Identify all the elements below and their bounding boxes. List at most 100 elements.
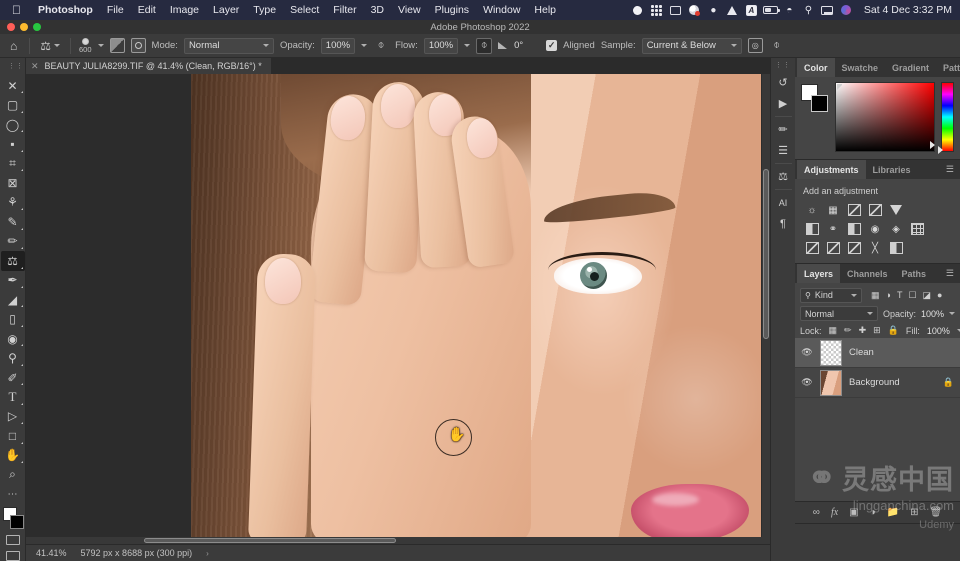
menu-layer[interactable]: Layer	[206, 4, 246, 16]
filter-type-icon[interactable]: T	[897, 290, 903, 300]
menu-select[interactable]: Select	[283, 4, 326, 16]
status-expand-icon[interactable]: ›	[206, 549, 209, 558]
new-layer-icon[interactable]: ⊞	[910, 507, 918, 518]
tool-history-brush[interactable]: ✒	[1, 271, 25, 290]
blend-mode-select[interactable]: Normal	[184, 38, 274, 54]
background-color-swatch[interactable]	[811, 95, 828, 112]
layer-blend-mode-select[interactable]: Normal	[800, 306, 878, 321]
vlc-icon[interactable]	[723, 3, 742, 17]
color-swatches[interactable]	[801, 84, 829, 114]
link-layers-icon[interactable]: ∞	[813, 507, 820, 518]
delete-layer-icon[interactable]: 🗑	[930, 507, 943, 518]
exposure-icon[interactable]	[868, 203, 882, 217]
apple-icon[interactable]: 	[12, 4, 21, 16]
tab-libraries[interactable]: Libraries	[866, 160, 918, 179]
dropbox-icon[interactable]	[647, 3, 666, 17]
control-center-icon[interactable]	[818, 3, 837, 17]
posterize-icon[interactable]	[826, 241, 840, 255]
filter-pixel-icon[interactable]: ▦	[871, 290, 880, 301]
edit-toolbar-icon[interactable]: ⋯	[1, 485, 25, 504]
tool-crop[interactable]: ⌗	[1, 154, 25, 173]
chrome-icon[interactable]	[685, 3, 704, 17]
quick-mask-icon[interactable]	[6, 535, 20, 545]
layer-visibility-icon[interactable]: 👁	[801, 377, 813, 388]
properties-sliders-icon[interactable]: ☰	[772, 140, 795, 161]
adobe-ai-icon[interactable]: AI	[772, 192, 795, 213]
color-field[interactable]	[835, 82, 935, 152]
invert-icon[interactable]	[805, 241, 819, 255]
color-lookup-icon[interactable]	[910, 222, 924, 236]
pressure-size-icon[interactable]: ⌽	[769, 38, 785, 54]
home-icon[interactable]: ⌂	[6, 39, 21, 53]
layer-visibility-icon[interactable]: 👁	[801, 347, 813, 358]
tool-dodge[interactable]: ⚲	[1, 348, 25, 367]
chevron-down-icon[interactable]	[361, 44, 367, 47]
color-balance-icon[interactable]: ⚭	[826, 222, 840, 236]
color-swatches[interactable]	[1, 506, 25, 529]
canvas-horizontal-scrollbar[interactable]	[26, 537, 762, 544]
tool-pen[interactable]: ✐	[1, 368, 25, 387]
tool-path-selection[interactable]: ▷	[1, 407, 25, 426]
teams-icon[interactable]: ●	[704, 3, 723, 17]
onedrive-icon[interactable]	[628, 3, 647, 17]
tool-type[interactable]: T	[1, 387, 25, 406]
tool-rectangle-shape[interactable]: □	[1, 426, 25, 445]
layer-row-clean[interactable]: 👁 Clean	[795, 338, 960, 368]
paragraph-icon[interactable]: ¶	[772, 213, 795, 234]
filter-smart-object-icon[interactable]: ◪	[923, 290, 932, 301]
tab-adjustments[interactable]: Adjustments	[797, 160, 866, 179]
ignore-adjustment-layers-icon[interactable]: ◎	[748, 38, 763, 53]
filter-shape-icon[interactable]: ☐	[908, 290, 916, 301]
brightness-contrast-icon[interactable]: ☼	[805, 203, 819, 217]
lock-artboard-icon[interactable]: ⊞	[873, 325, 881, 336]
brush-settings-icon[interactable]	[110, 38, 125, 53]
chevron-down-icon[interactable]	[464, 44, 470, 47]
tool-hand[interactable]: ✋	[1, 446, 25, 465]
layer-row-background[interactable]: 👁 Background 🔒	[795, 368, 960, 398]
vibrance-icon[interactable]	[889, 203, 903, 217]
tab-patterns[interactable]: Patterns	[936, 58, 960, 77]
wifi-icon[interactable]: ◓	[780, 3, 799, 17]
curves-icon[interactable]	[847, 203, 861, 217]
add-mask-icon[interactable]: ▣	[849, 507, 858, 518]
hue-saturation-icon[interactable]	[805, 222, 819, 236]
menu-3d[interactable]: 3D	[364, 4, 391, 16]
brush-size-preset[interactable]: 600	[79, 38, 92, 54]
airbrush-icon[interactable]: ⌽	[476, 38, 492, 54]
canvas-vertical-scrollbar[interactable]	[762, 74, 770, 544]
layer-name[interactable]: Clean	[849, 347, 874, 358]
dock-grip[interactable]: ⋮⋮	[775, 61, 791, 69]
layer-style-fx-icon[interactable]: fx	[831, 507, 838, 518]
tool-eraser[interactable]: ◢	[1, 290, 25, 309]
menu-view[interactable]: View	[391, 4, 428, 16]
selective-color-icon[interactable]	[889, 241, 903, 255]
lock-image-icon[interactable]: ✏	[844, 325, 852, 336]
panel-menu-icon[interactable]: ☰	[946, 269, 960, 278]
layer-opacity-value[interactable]: 100%	[921, 309, 944, 319]
panel-menu-icon[interactable]: ☰	[946, 165, 960, 174]
tool-lasso[interactable]: ◯	[1, 115, 25, 134]
layer-lock-icon[interactable]: 🔒	[943, 377, 954, 388]
screenshot-icon[interactable]	[666, 3, 685, 17]
layer-filter-kind[interactable]: ⚲ Kind	[800, 288, 862, 303]
tool-spot-healing-brush[interactable]: ✎	[1, 212, 25, 231]
canvas-area[interactable]: ✋	[26, 74, 770, 544]
gradient-map-icon[interactable]: ╳	[868, 241, 882, 255]
fill-value[interactable]: 100%	[927, 326, 950, 336]
new-group-icon[interactable]: 📁	[887, 507, 899, 518]
brush-settings-icon[interactable]: ✏	[772, 119, 795, 140]
opacity-input[interactable]: 100%	[321, 38, 355, 54]
tool-brush[interactable]: ✏	[1, 232, 25, 251]
tab-channels[interactable]: Channels	[840, 264, 895, 283]
close-icon[interactable]: ✕	[31, 61, 39, 72]
pressure-opacity-icon[interactable]: ⌽	[373, 38, 389, 54]
hue-slider[interactable]	[941, 82, 954, 152]
tab-color[interactable]: Color	[797, 58, 835, 77]
photo-filter-icon[interactable]: ◉	[868, 222, 882, 236]
background-color-swatch[interactable]	[10, 515, 24, 529]
chevron-down-icon[interactable]	[98, 44, 104, 47]
document-tab[interactable]: ✕ BEAUTY JULIA8299.TIF @ 41.4% (Clean, R…	[24, 58, 271, 74]
menu-filter[interactable]: Filter	[326, 4, 363, 16]
clone-source-icon[interactable]	[131, 38, 146, 53]
brush-angle-control[interactable]: 0°	[498, 38, 540, 54]
